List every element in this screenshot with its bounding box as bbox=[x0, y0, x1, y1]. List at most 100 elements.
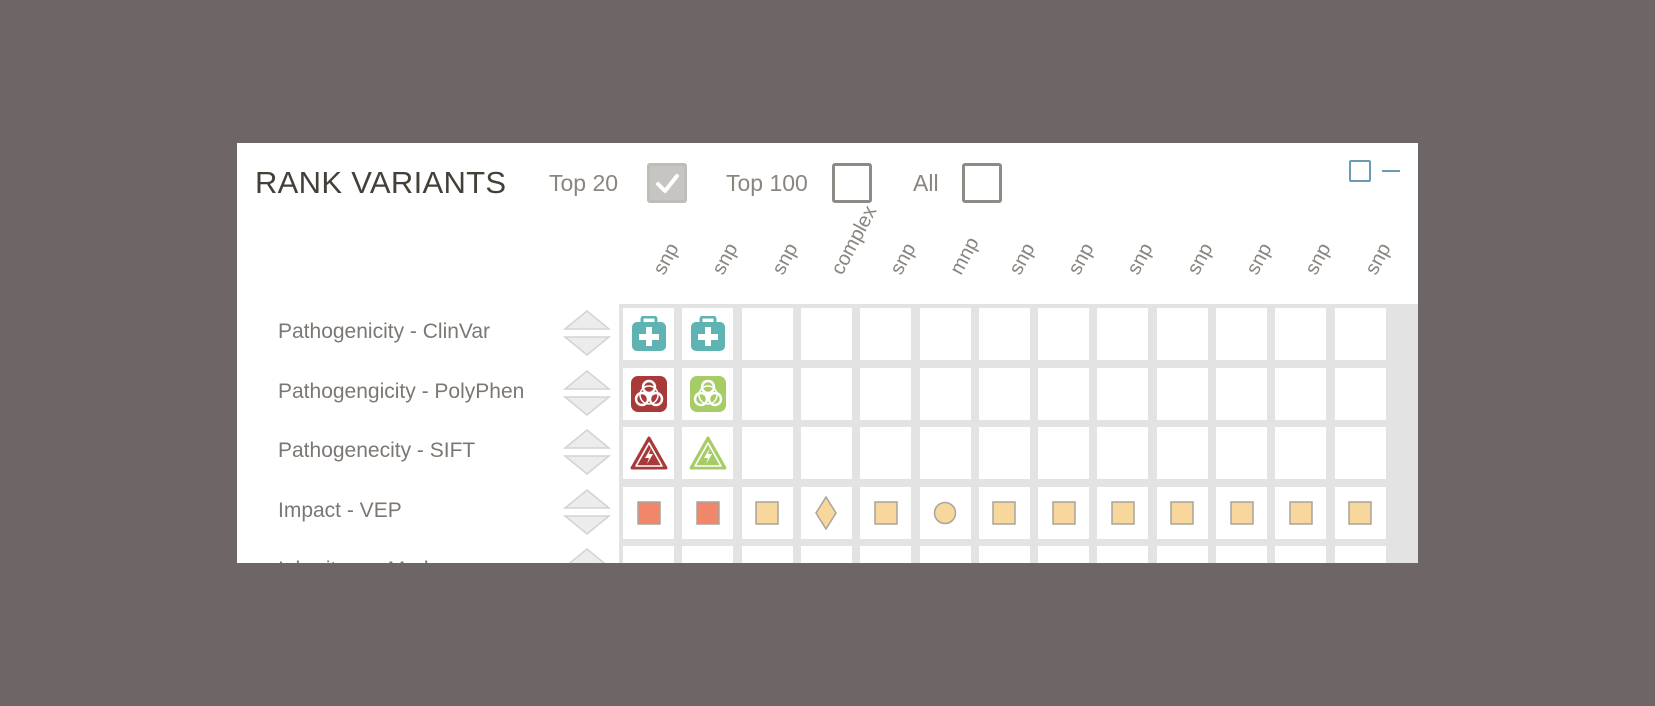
variant-cell[interactable] bbox=[800, 546, 852, 563]
filter-label-top100: Top 100 bbox=[726, 170, 808, 196]
variant-cell[interactable] bbox=[860, 308, 912, 360]
variant-cell[interactable] bbox=[1097, 427, 1149, 480]
sort-control[interactable] bbox=[562, 309, 612, 357]
sort-up-icon bbox=[562, 429, 612, 449]
variant-cell[interactable] bbox=[1097, 486, 1149, 539]
variant-cell[interactable] bbox=[919, 367, 971, 420]
top20-checkbox[interactable] bbox=[647, 163, 687, 203]
variant-cell[interactable] bbox=[1334, 486, 1386, 539]
variant-cell[interactable] bbox=[978, 546, 1030, 563]
sort-down-icon bbox=[562, 515, 612, 535]
variant-cell[interactable] bbox=[1275, 486, 1327, 539]
variant-cell[interactable] bbox=[1275, 546, 1327, 563]
variant-cell[interactable] bbox=[978, 308, 1030, 360]
all-checkbox[interactable] bbox=[962, 163, 1002, 203]
variant-cell[interactable] bbox=[1156, 308, 1208, 360]
variant-cell[interactable] bbox=[800, 308, 852, 360]
variant-cell[interactable] bbox=[682, 427, 734, 480]
impact-square-icon bbox=[1111, 501, 1135, 525]
variant-cell[interactable] bbox=[1038, 486, 1090, 539]
variant-cell[interactable] bbox=[860, 546, 912, 563]
variant-cell[interactable] bbox=[1275, 427, 1327, 480]
variant-cell[interactable] bbox=[682, 367, 734, 420]
variant-cell[interactable] bbox=[1334, 367, 1386, 420]
column-header: snp bbox=[886, 239, 921, 279]
variant-cell[interactable] bbox=[741, 427, 793, 480]
sort-control[interactable] bbox=[563, 547, 611, 563]
variant-cell[interactable] bbox=[1097, 308, 1149, 360]
variant-cell[interactable] bbox=[800, 427, 852, 480]
variant-cell[interactable] bbox=[1038, 308, 1090, 360]
minimize-icon[interactable] bbox=[1382, 170, 1400, 172]
variant-cell[interactable] bbox=[978, 427, 1030, 480]
variant-grid bbox=[619, 304, 1418, 563]
variant-cell[interactable] bbox=[1216, 367, 1267, 420]
column-header: snp bbox=[1182, 239, 1218, 279]
variant-cell[interactable] bbox=[682, 546, 734, 563]
variant-cell[interactable] bbox=[623, 308, 674, 360]
variant-cell[interactable] bbox=[623, 546, 674, 563]
column-header: snp bbox=[1360, 239, 1396, 279]
variant-cell[interactable] bbox=[682, 308, 734, 360]
variant-cell[interactable] bbox=[1275, 367, 1327, 420]
variant-cell[interactable] bbox=[741, 546, 793, 563]
warning-bolt-icon bbox=[689, 436, 727, 470]
variant-cell[interactable] bbox=[1097, 367, 1149, 420]
variant-cell[interactable] bbox=[919, 546, 971, 563]
variant-cell[interactable] bbox=[1038, 427, 1090, 480]
variant-cell[interactable] bbox=[1156, 486, 1208, 539]
variant-cell[interactable] bbox=[919, 308, 971, 360]
variant-cell[interactable] bbox=[1038, 367, 1090, 420]
variant-cell[interactable] bbox=[741, 367, 793, 420]
sort-up-icon bbox=[562, 310, 612, 330]
maximize-icon[interactable] bbox=[1349, 160, 1371, 182]
variant-cell[interactable] bbox=[623, 486, 674, 539]
variant-cell[interactable] bbox=[860, 486, 912, 539]
variant-cell[interactable] bbox=[1156, 546, 1208, 563]
sort-up-icon bbox=[562, 488, 612, 509]
variant-cell[interactable] bbox=[1216, 308, 1267, 360]
panel-title: RANK VARIANTS bbox=[255, 165, 507, 200]
impact-diamond-icon bbox=[815, 495, 838, 530]
sort-control[interactable] bbox=[562, 428, 612, 476]
top100-checkbox[interactable] bbox=[832, 163, 872, 203]
variant-cell[interactable] bbox=[623, 427, 674, 480]
variant-cell[interactable] bbox=[860, 367, 912, 420]
variant-cell[interactable] bbox=[1334, 546, 1386, 563]
variant-cell[interactable] bbox=[1216, 486, 1267, 539]
sort-control[interactable] bbox=[562, 369, 612, 417]
variant-cell[interactable] bbox=[1334, 427, 1386, 480]
sort-down-icon bbox=[562, 336, 612, 356]
variant-cell[interactable] bbox=[978, 367, 1030, 420]
variant-cell[interactable] bbox=[978, 486, 1030, 539]
variant-cell[interactable] bbox=[1156, 367, 1208, 420]
variant-cell[interactable] bbox=[1097, 546, 1149, 563]
variant-cell[interactable] bbox=[682, 486, 734, 539]
biohazard-icon bbox=[689, 375, 726, 412]
impact-square-icon bbox=[1348, 501, 1372, 525]
column-header: snp bbox=[1004, 239, 1040, 279]
variant-cell[interactable] bbox=[1334, 308, 1386, 360]
sort-control[interactable] bbox=[562, 488, 612, 536]
sort-up-icon bbox=[569, 548, 605, 563]
impact-square-icon bbox=[755, 501, 779, 525]
variant-cell[interactable] bbox=[919, 427, 971, 480]
variant-cell[interactable] bbox=[1156, 427, 1208, 480]
variant-cell[interactable] bbox=[1216, 546, 1267, 563]
variant-cell[interactable] bbox=[800, 486, 852, 539]
variant-cell[interactable] bbox=[800, 367, 852, 420]
row-label: Impact - VEP bbox=[278, 498, 402, 522]
variant-cell[interactable] bbox=[919, 486, 971, 539]
row-label: Inheritance Mode bbox=[278, 558, 440, 563]
variant-cell[interactable] bbox=[623, 367, 674, 420]
impact-square-icon bbox=[696, 501, 720, 525]
variant-cell[interactable] bbox=[1216, 427, 1267, 480]
impact-square-icon bbox=[1289, 501, 1313, 525]
sort-up-icon bbox=[562, 369, 612, 390]
variant-cell[interactable] bbox=[1275, 308, 1327, 360]
variant-cell[interactable] bbox=[741, 486, 793, 539]
variant-cell[interactable] bbox=[741, 308, 793, 360]
variant-cell[interactable] bbox=[1038, 546, 1090, 563]
impact-square-icon bbox=[873, 501, 898, 525]
variant-cell[interactable] bbox=[860, 427, 912, 480]
